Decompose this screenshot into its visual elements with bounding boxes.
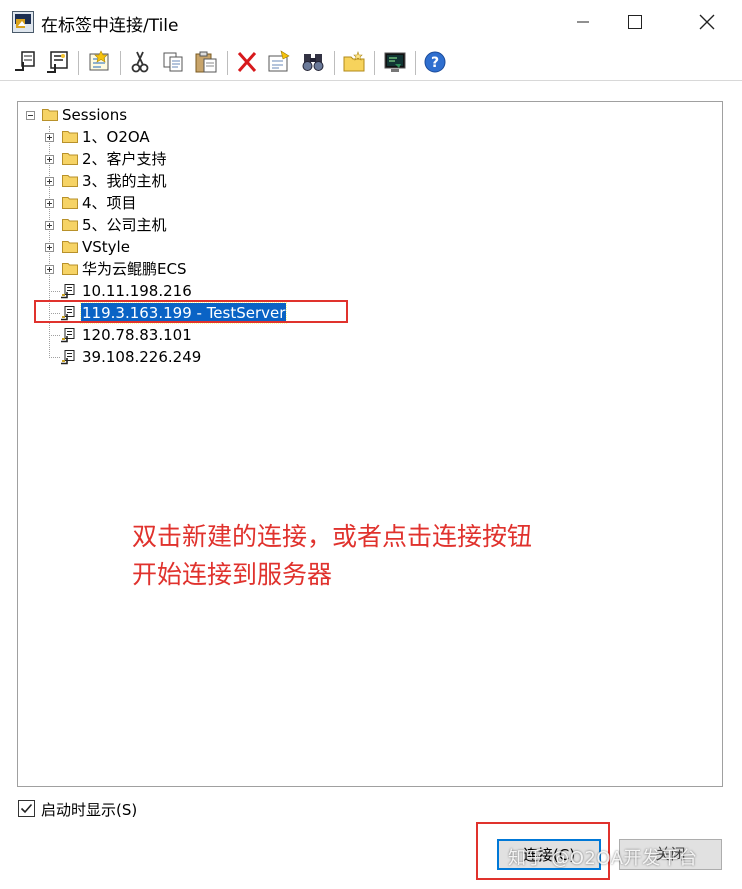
tree-folder-item[interactable]: 5、公司主机 bbox=[44, 215, 344, 235]
tree-folder-item[interactable]: 华为云鲲鹏ECS bbox=[44, 259, 344, 279]
window-title: 在标签中连接/Tile bbox=[41, 16, 179, 36]
tree-folder-item[interactable]: 3、我的主机 bbox=[44, 171, 344, 191]
folder-icon bbox=[62, 263, 78, 275]
tree-root-sessions[interactable]: Sessions bbox=[24, 105, 224, 125]
toolbar-separator bbox=[227, 51, 228, 75]
tree-folder-label: 3、我的主机 bbox=[82, 172, 167, 190]
session-tree[interactable]: Sessions 1、O2OA 2、客户支持 3、我的主机 4、项目 5、公司主… bbox=[17, 101, 723, 787]
quick-connect-icon[interactable] bbox=[12, 49, 38, 75]
session-icon bbox=[61, 350, 75, 365]
highlight-box-selected-session bbox=[34, 300, 348, 323]
copy-icon[interactable] bbox=[160, 49, 186, 75]
toolbar-separator bbox=[334, 51, 335, 75]
folder-icon bbox=[42, 109, 58, 121]
tree-session-item[interactable]: 120.78.83.101 bbox=[44, 325, 344, 345]
collapse-icon[interactable] bbox=[26, 111, 35, 120]
folder-icon bbox=[62, 219, 78, 231]
close-window-button[interactable] bbox=[684, 0, 730, 44]
svg-text:?: ? bbox=[431, 55, 439, 71]
checkmark-icon bbox=[20, 803, 33, 814]
expand-icon[interactable] bbox=[45, 243, 54, 252]
cut-icon[interactable] bbox=[127, 49, 153, 75]
help-icon[interactable]: ? bbox=[422, 49, 448, 75]
show-on-startup-label: 启动时显示(S) bbox=[41, 801, 138, 819]
tree-folder-item[interactable]: VStyle bbox=[44, 237, 344, 257]
folder-icon bbox=[62, 175, 78, 187]
expand-icon[interactable] bbox=[45, 265, 54, 274]
expand-icon[interactable] bbox=[45, 177, 54, 186]
securecrt-app-icon bbox=[12, 11, 34, 33]
title-bar: 在标签中连接/Tile bbox=[0, 0, 742, 44]
folder-icon bbox=[62, 241, 78, 253]
tree-folder-item[interactable]: 2、客户支持 bbox=[44, 149, 344, 169]
tree-session-label: 120.78.83.101 bbox=[82, 326, 192, 344]
new-session-icon[interactable] bbox=[86, 49, 112, 75]
toolbar-separator bbox=[415, 51, 416, 75]
tree-session-item[interactable]: 39.108.226.249 bbox=[44, 347, 344, 367]
annotation-text-line2: 开始连接到服务器 bbox=[132, 560, 333, 589]
watermark-text: 知乎 @O2OA开发平台 bbox=[508, 848, 698, 869]
expand-icon[interactable] bbox=[45, 199, 54, 208]
annotation-text-line1: 双击新建的连接，或者点击连接按钮 bbox=[132, 522, 533, 551]
tree-session-label: 39.108.226.249 bbox=[82, 348, 202, 366]
tree-folder-item[interactable]: 1、O2OA bbox=[44, 127, 344, 147]
tree-session-item[interactable]: 10.11.198.216 bbox=[44, 281, 344, 301]
properties-icon[interactable] bbox=[266, 49, 292, 75]
tree-session-label: 10.11.198.216 bbox=[82, 282, 192, 300]
tree-folder-label: 4、项目 bbox=[82, 194, 137, 212]
tree-folder-label: 5、公司主机 bbox=[82, 216, 167, 234]
connect-icon[interactable] bbox=[44, 49, 70, 75]
tree-root-label: Sessions bbox=[62, 106, 128, 124]
show-on-startup-checkbox[interactable] bbox=[18, 800, 35, 817]
folder-icon bbox=[62, 153, 78, 165]
paste-icon[interactable] bbox=[193, 49, 219, 75]
expand-icon[interactable] bbox=[45, 221, 54, 230]
session-icon bbox=[61, 328, 75, 343]
expand-icon[interactable] bbox=[45, 133, 54, 142]
session-icon bbox=[61, 284, 75, 299]
toolbar-separator bbox=[78, 51, 79, 75]
minimize-button[interactable] bbox=[560, 0, 606, 44]
tree-folder-label: 1、O2OA bbox=[82, 128, 150, 146]
delete-icon[interactable] bbox=[234, 49, 260, 75]
expand-icon[interactable] bbox=[45, 155, 54, 164]
toolbar-separator bbox=[374, 51, 375, 75]
tree-folder-label: 华为云鲲鹏ECS bbox=[82, 260, 187, 278]
tree-folder-label: VStyle bbox=[82, 238, 130, 256]
tree-folder-label: 2、客户支持 bbox=[82, 150, 167, 168]
toolbar-separator bbox=[120, 51, 121, 75]
desktop-shortcut-icon[interactable] bbox=[382, 49, 408, 75]
maximize-button[interactable] bbox=[612, 0, 658, 44]
tree-folder-item[interactable]: 4、项目 bbox=[44, 193, 344, 213]
toolbar: ? bbox=[0, 44, 742, 81]
folder-icon bbox=[62, 197, 78, 209]
new-folder-icon[interactable] bbox=[341, 49, 367, 75]
folder-icon bbox=[62, 131, 78, 143]
find-icon[interactable] bbox=[300, 49, 326, 75]
